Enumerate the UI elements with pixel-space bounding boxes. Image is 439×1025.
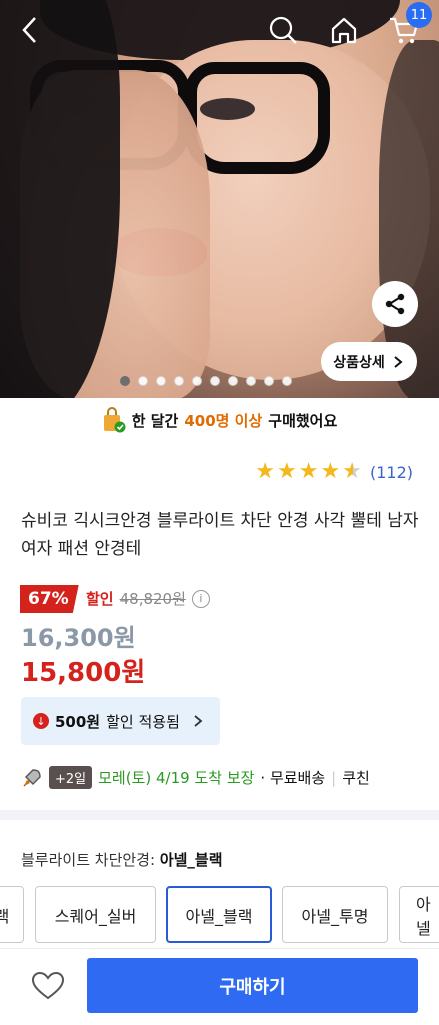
delivery-info: +2일 모레(토) 4/19 도착 보장 · 무료배송 | 쿠친 — [21, 766, 370, 789]
carousel-dot[interactable] — [246, 376, 256, 386]
carousel-dot[interactable] — [174, 376, 184, 386]
carousel-dot[interactable] — [210, 376, 220, 386]
delivery-extra-days-badge: +2일 — [49, 766, 93, 789]
home-icon[interactable] — [326, 12, 362, 48]
star-icon: ★ — [298, 459, 319, 484]
final-price: 15,800원 — [21, 658, 146, 688]
discount-row: 할인 48,820원 i — [86, 588, 210, 609]
option-selected-value: 아넬_블랙 — [159, 851, 223, 869]
section-divider — [0, 810, 439, 820]
review-count-link[interactable]: (112) — [370, 463, 413, 482]
back-icon[interactable] — [12, 12, 48, 48]
coupon-text: 할인 적용됨 — [106, 712, 180, 731]
delivery-extra: 쿠친 — [342, 769, 370, 787]
carousel-indicator — [120, 376, 292, 386]
search-icon[interactable] — [265, 12, 301, 48]
star-icon: ★ — [277, 459, 297, 484]
carousel-dot[interactable] — [138, 376, 148, 386]
option-chip[interactable]: 랙 — [0, 886, 24, 943]
discount-percent-badge: 67% — [20, 585, 79, 613]
option-name: 블루라이트 차단안경: — [21, 851, 156, 869]
share-icon — [385, 293, 405, 315]
star-icon: ★ — [255, 459, 276, 484]
social-proof-banner: 한 달간 400명 이상 구매했어요 — [0, 402, 439, 438]
sale-price: 16,300원 — [21, 624, 136, 652]
coupon-amount: 500원 — [55, 712, 101, 731]
carousel-dot[interactable] — [156, 376, 166, 386]
rating-summary[interactable]: ★ ★ ★ ★ ★ (112) — [255, 461, 413, 483]
product-detail-button[interactable]: 상품상세 — [321, 342, 417, 381]
social-proof-highlight: 400명 이상 — [184, 411, 263, 430]
rocket-icon — [23, 768, 41, 786]
carousel-dot[interactable] — [282, 376, 292, 386]
info-icon[interactable]: i — [191, 589, 210, 608]
buy-button[interactable]: 구매하기 — [87, 958, 418, 1013]
coupon-applied-button[interactable]: ↓ 500원 할인 적용됨 — [21, 697, 220, 745]
option-chip[interactable]: 아넬_투명 — [282, 886, 388, 943]
product-detail-label: 상품상세 — [333, 354, 385, 371]
cart-count-badge: 11 — [406, 2, 432, 28]
delivery-divider: | — [331, 768, 337, 787]
carousel-dot[interactable] — [228, 376, 238, 386]
option-label: 블루라이트 차단안경: 아넬_블랙 — [21, 849, 223, 870]
star-icon: ★ — [320, 459, 341, 484]
half-star-icon: ★ — [342, 459, 362, 484]
down-arrow-icon: ↓ — [33, 713, 49, 729]
option-chip[interactable]: 아넬 — [399, 886, 439, 943]
carousel-dot[interactable] — [192, 376, 202, 386]
shopping-bag-check-icon — [103, 407, 126, 433]
glasses-lens-right — [185, 62, 330, 174]
carousel-dot-active[interactable] — [120, 376, 130, 386]
option-chip[interactable]: 스퀘어_실버 — [35, 886, 156, 943]
wishlist-heart-icon[interactable] — [30, 968, 66, 1004]
discount-label: 할인 — [86, 590, 114, 608]
free-shipping: · 무료배송 — [260, 769, 326, 787]
social-proof-prefix: 한 달간 — [131, 411, 179, 430]
chevron-right-icon — [394, 355, 403, 368]
product-image[interactable]: 11 상품상세 — [0, 0, 439, 398]
chevron-right-icon — [194, 715, 203, 727]
social-proof-suffix: 구매했어요 — [268, 411, 338, 430]
carousel-dot[interactable] — [264, 376, 274, 386]
product-title: 슈비코 긱시크안경 블루라이트 차단 안경 사각 뿔테 남자 여자 패션 안경테 — [21, 511, 419, 559]
share-button[interactable] — [372, 281, 418, 327]
original-price: 48,820원 — [119, 590, 186, 608]
delivery-date: 모레(토) 4/19 도착 보장 — [98, 769, 255, 787]
option-chip-selected[interactable]: 아넬_블랙 — [166, 886, 272, 943]
